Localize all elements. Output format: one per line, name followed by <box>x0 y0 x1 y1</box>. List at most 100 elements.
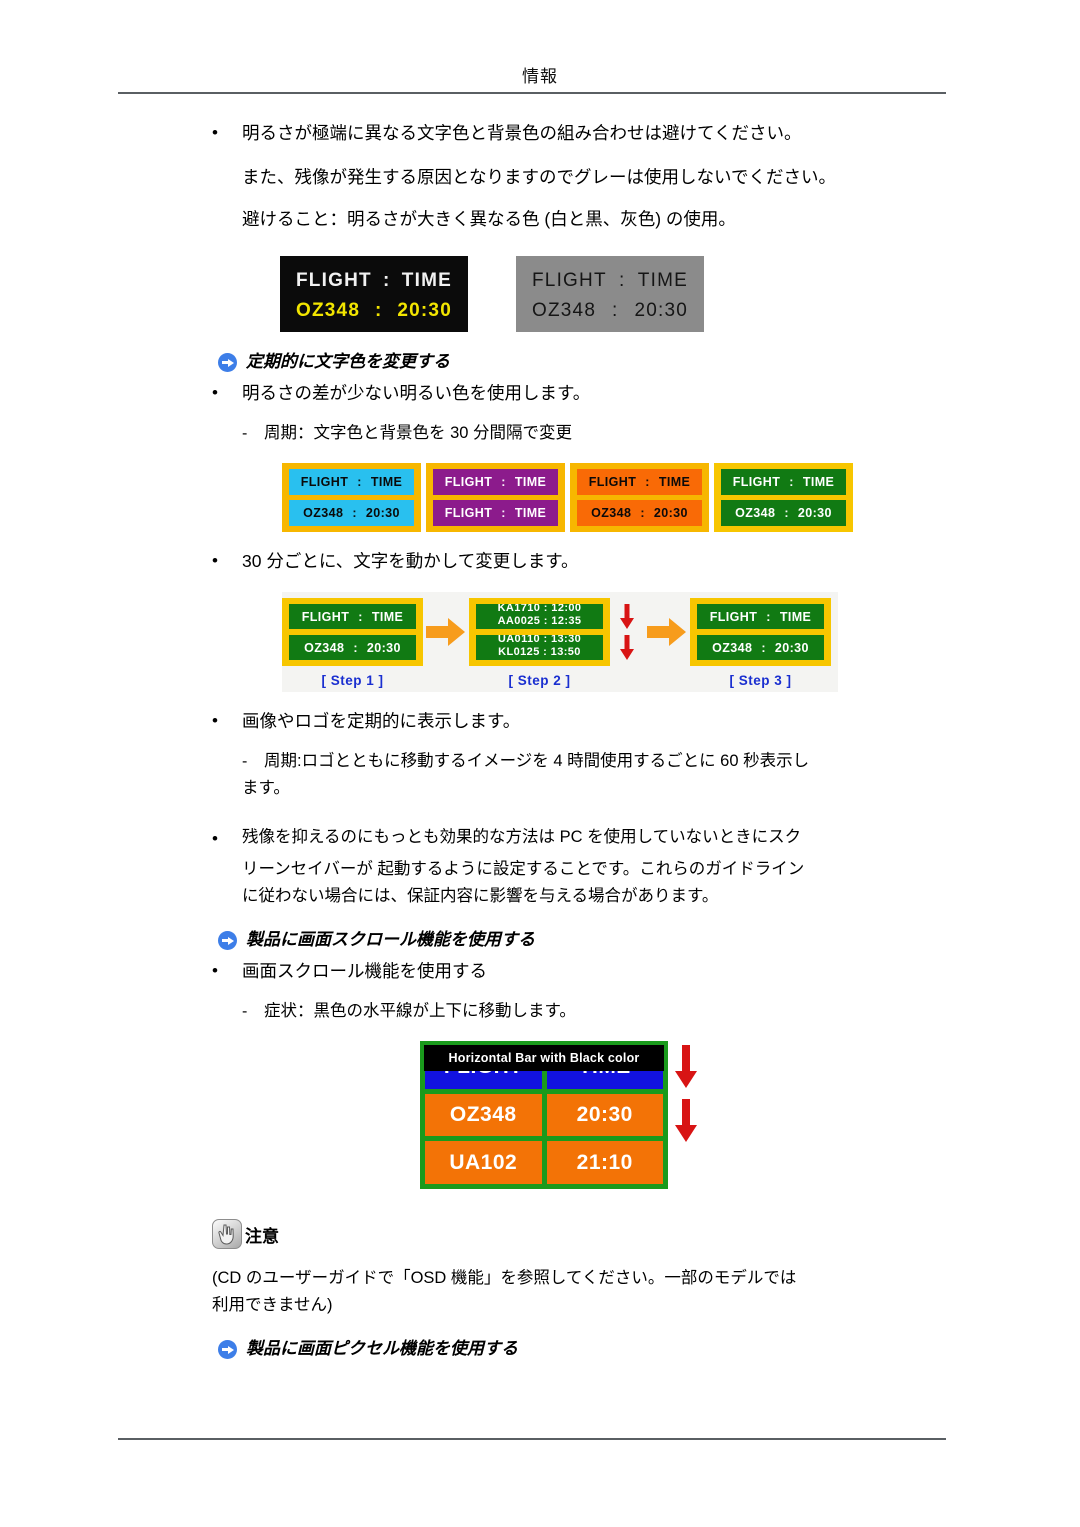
step-label: [ Step 2 ] <box>508 673 571 688</box>
dash-marker: - <box>242 1003 248 1020</box>
flight-panel-purple: FLIGHT : TIME FLIGHT : TIME <box>426 463 565 532</box>
panel-cell-time: TIME <box>371 609 404 624</box>
panel-row-data: OZ348 : 20:30 <box>289 635 416 660</box>
panel-row-data: OZ348 : 20:30 <box>289 500 414 526</box>
panel-cell-time: TIME <box>637 270 688 291</box>
board-row-data: OZ348 20:30 <box>425 1093 663 1137</box>
scroll-line-bottom: KL0125 : 13:50 <box>498 645 581 658</box>
panel-cell-clock: 20:30 <box>774 640 809 655</box>
panel-cell-time: TIME <box>370 475 403 489</box>
panel-cell-sep: : <box>358 609 363 624</box>
flight-panel-green: FLIGHT : TIME OZ348 : 20:30 <box>714 463 853 532</box>
panel-cell-flightno: OZ348 <box>735 506 776 520</box>
panel-cell-sep: : <box>645 475 650 489</box>
header-rule <box>118 92 946 94</box>
panel-cell-sep: : <box>374 300 383 321</box>
panel-cell-sep: : <box>501 506 506 520</box>
figure-contrast-panels: FLIGHT : TIME OZ348 : 20:30 FLIGHT : TIM… <box>280 256 1080 332</box>
dash-text: 周期:ロゴとともに移動するイメージを 4 時間使用するごとに 60 秒表示し <box>264 752 810 770</box>
section-title: 製品に画面スクロール機能を使用する <box>246 930 535 949</box>
dash-marker: - <box>242 753 248 770</box>
panel-cell-time: TIME <box>401 270 452 291</box>
panel-row-data: FLIGHT : TIME <box>433 500 558 526</box>
dash-item: - 周期:ロゴとともに移動するイメージを 4 時間使用するごとに 60 秒表示し <box>242 738 960 775</box>
panel-cell-time: TIME <box>514 506 547 520</box>
panel-cell-flightno: OZ348 <box>304 640 345 655</box>
step-3: FLIGHT : TIME OZ348 : 20:30 [ Step 3 ] <box>690 598 831 688</box>
dash-text: 周期：文字色と背景色を 30 分間隔で変更 <box>264 424 573 442</box>
note-text-line: 利用できません) <box>212 1296 333 1314</box>
bullet-item: • 30 分ごとに、文字を動かして変更します。 <box>212 546 960 576</box>
panel-cell-flight: FLIGHT <box>296 270 372 291</box>
dash-text-continued: ます。 <box>242 779 290 797</box>
panel-row-header: FLIGHT : TIME <box>289 469 414 495</box>
scroll-line-top: KA1710 : 12:00 <box>497 604 582 614</box>
footer-rule <box>118 1438 946 1440</box>
note-heading: 注意 <box>212 1193 1080 1249</box>
panel-cell-flight: FLIGHT <box>709 609 758 624</box>
panel-row-data: OZ348 : 20:30 <box>721 500 846 526</box>
panel-row-data: OZ348 : 20:30 <box>532 296 688 326</box>
bullet-text: 明るさが極端に異なる文字色と背景色の組み合わせは避けてください。 <box>242 123 802 143</box>
note-label: 注意 <box>245 1227 279 1246</box>
panel-row-header: FLIGHT : TIME <box>577 469 702 495</box>
panel-row-header: FLIGHT : TIME <box>532 266 688 296</box>
panel-cell-flightno: OZ348 <box>532 300 597 321</box>
step-1: FLIGHT : TIME OZ348 : 20:30 [ Step 1 ] <box>282 598 423 688</box>
board-row-data: UA102 21:10 <box>425 1141 663 1185</box>
note-hand-icon <box>212 1219 242 1249</box>
dash-marker: - <box>242 425 248 442</box>
panel-cell-flight: FLIGHT <box>444 475 493 489</box>
panel-cell-flight: FLIGHT <box>301 609 350 624</box>
flight-panel-step2: KA1710 : 12:00 AA0025 : 12:35 UA0110 : 1… <box>469 598 610 666</box>
dash-text: 症状：黒色の水平線が上下に移動します。 <box>264 1002 576 1020</box>
paragraph-line: 避けること：明るさが大きく異なる色 (白と黒、灰色) の使用。 <box>242 209 736 229</box>
panel-cell-flightno: OZ348 <box>712 640 753 655</box>
board-cell-flightno: UA102 <box>425 1141 542 1185</box>
flight-panel-black: FLIGHT : TIME OZ348 : 20:30 <box>280 256 468 332</box>
panel-cell-flight: FLIGHT <box>444 506 493 520</box>
board-cell-clock: 20:30 <box>546 1093 663 1137</box>
bullet-item: • 残像を抑えるのにもっとも効果的な方法は PC を使用していないときにスク <box>212 824 960 854</box>
panel-row-header: FLIGHT : TIME <box>296 266 452 296</box>
section-heading-change-text-color: 定期的に文字色を変更する <box>218 332 1080 378</box>
section-heading-screen-scroll: 製品に画面スクロール機能を使用する <box>218 910 1080 956</box>
flight-panel-cyan: FLIGHT : TIME OZ348 : 20:30 <box>282 463 421 532</box>
panel-cell-time: TIME <box>779 609 812 624</box>
section-title: 定期的に文字色を変更する <box>246 352 450 371</box>
section-heading-screen-pixel: 製品に画面ピクセル機能を使用する <box>218 1319 1080 1365</box>
bullet-marker: • <box>212 829 218 848</box>
panel-cell-clock: 20:30 <box>634 300 688 321</box>
panel-cell-sep: : <box>766 609 771 624</box>
bullet-item: • 画面スクロール機能を使用する <box>212 956 960 986</box>
flight-panel-step3: FLIGHT : TIME OZ348 : 20:30 <box>690 598 831 666</box>
bullet-text: 画像やロゴを定期的に表示します。 <box>242 711 521 731</box>
panel-row-header-scrolling: KA1710 : 12:00 AA0025 : 12:35 <box>476 604 603 629</box>
bullet-marker: • <box>212 961 218 980</box>
red-down-arrows-icon <box>672 1045 700 1155</box>
blue-arrow-icon <box>218 353 237 372</box>
panel-row-data: OZ348 : 20:30 <box>296 296 452 326</box>
panel-cell-sep: : <box>784 506 789 520</box>
scroll-line-bottom: AA0025 : 12:35 <box>497 614 582 627</box>
panel-cell-clock: 20:30 <box>365 506 400 520</box>
bullet-marker: • <box>212 123 218 142</box>
panel-cell-flight: FLIGHT <box>588 475 637 489</box>
page-header-title: 情報 <box>522 67 558 86</box>
panel-cell-flight: FLIGHT <box>532 270 607 291</box>
flight-panel-gray: FLIGHT : TIME OZ348 : 20:30 <box>516 256 704 332</box>
panel-cell-sep: : <box>640 506 645 520</box>
bullet-marker: • <box>212 551 218 570</box>
horizontal-black-bar: Horizontal Bar with Black color <box>424 1045 664 1071</box>
blue-arrow-icon <box>218 1340 237 1359</box>
panel-cell-clock: 20:30 <box>653 506 688 520</box>
panel-cell-sep: : <box>789 475 794 489</box>
panel-cell-flightno: OZ348 <box>296 300 361 321</box>
bullet-marker: • <box>212 711 218 730</box>
panel-cell-time: TIME <box>514 475 547 489</box>
panel-cell-flight: FLIGHT <box>732 475 781 489</box>
figure-horizontal-bar: FLIGHT TIME OZ348 20:30 UA102 21:10 Hori… <box>420 1041 700 1193</box>
step-label: [ Step 1 ] <box>321 673 384 688</box>
bullet-item: • 明るさが極端に異なる文字色と背景色の組み合わせは避けてください。 <box>212 118 960 148</box>
bullet-text: 画面スクロール機能を使用する <box>242 961 487 981</box>
